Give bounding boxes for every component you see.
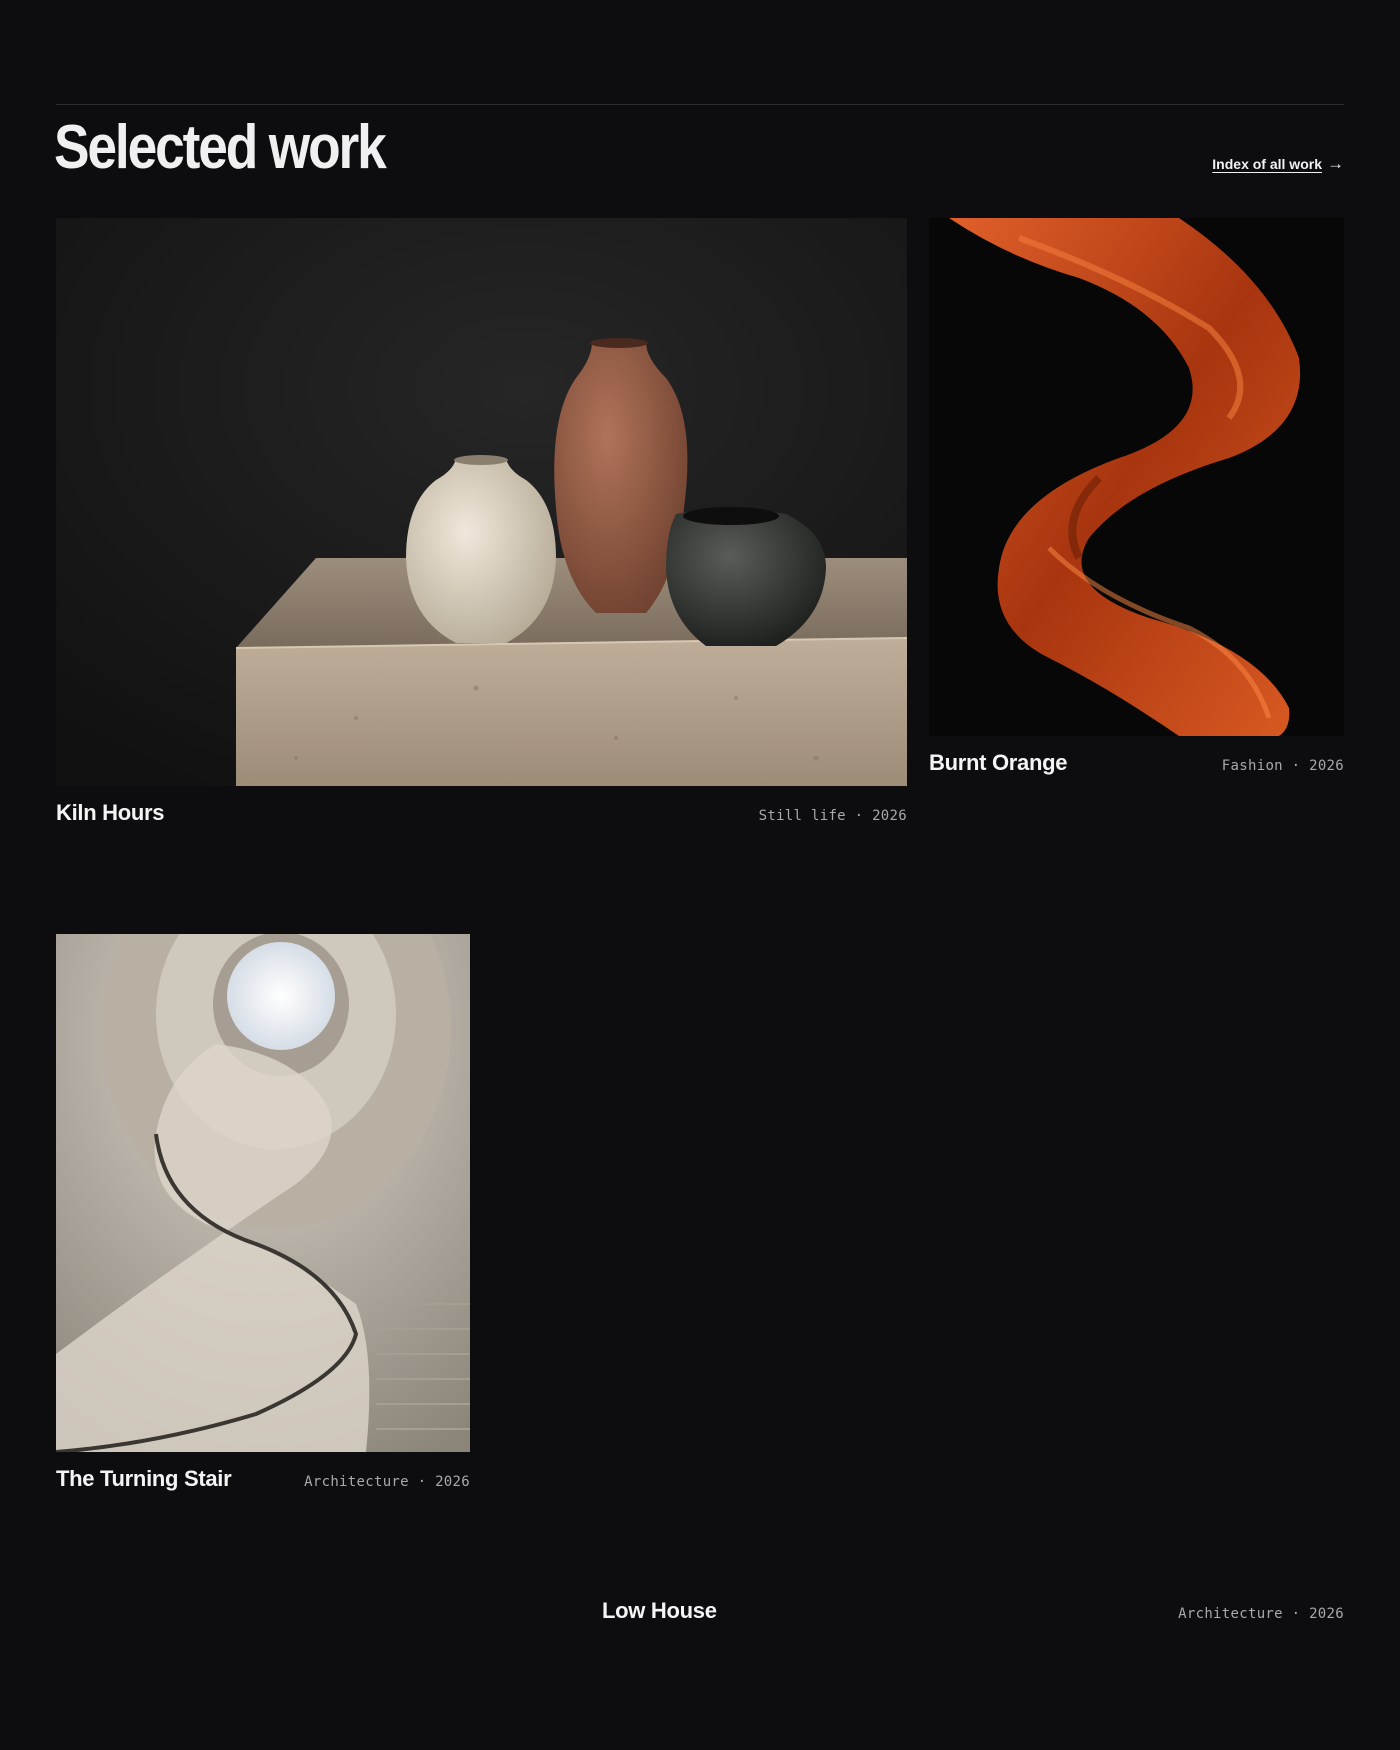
work-title[interactable]: Burnt Orange [929,750,1067,776]
work-meta: Fashion · 2026 [1221,758,1344,774]
work-card-turning-stair[interactable]: The Turning Stair Architecture · 2026 [56,934,470,1494]
index-of-all-work-link[interactable]: Index of all work → [1212,154,1344,174]
work-image-burnt-orange[interactable] [929,218,1344,736]
arrow-right-icon: → [1327,154,1344,173]
work-card-burnt-orange[interactable]: Burnt Orange Fashion · 2026 [929,218,1344,780]
work-title[interactable]: Low House [602,1598,717,1624]
work-title[interactable]: Kiln Hours [56,800,165,826]
page-title: Selected work [54,113,387,182]
work-card-kiln-hours[interactable]: Kiln Hours Still life · 2026 [56,218,907,830]
header-divider [56,104,1344,105]
work-meta: Still life · 2026 [758,808,907,824]
ceramic-vases-photo [56,218,907,786]
work-meta: Architecture · 2026 [1178,1606,1344,1622]
work-image-turning-stair[interactable] [56,934,470,1452]
work-title[interactable]: The Turning Stair [56,1466,232,1492]
work-card-low-house[interactable]: Low House Architecture · 2026 [602,1598,1344,1628]
spiral-staircase-photo [56,934,470,1452]
work-image-kiln-hours[interactable] [56,218,907,786]
orange-silk-photo [929,218,1344,736]
index-link-label: Index of all work [1212,156,1322,172]
work-meta: Architecture · 2026 [304,1474,470,1490]
